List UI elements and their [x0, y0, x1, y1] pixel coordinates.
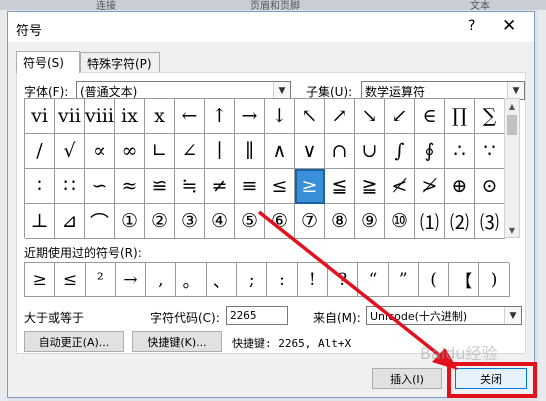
- watermark: Baidu经验: [420, 344, 498, 363]
- tab-label: 符号(S): [23, 56, 64, 70]
- tab-symbols[interactable]: 符号(S): [16, 51, 80, 73]
